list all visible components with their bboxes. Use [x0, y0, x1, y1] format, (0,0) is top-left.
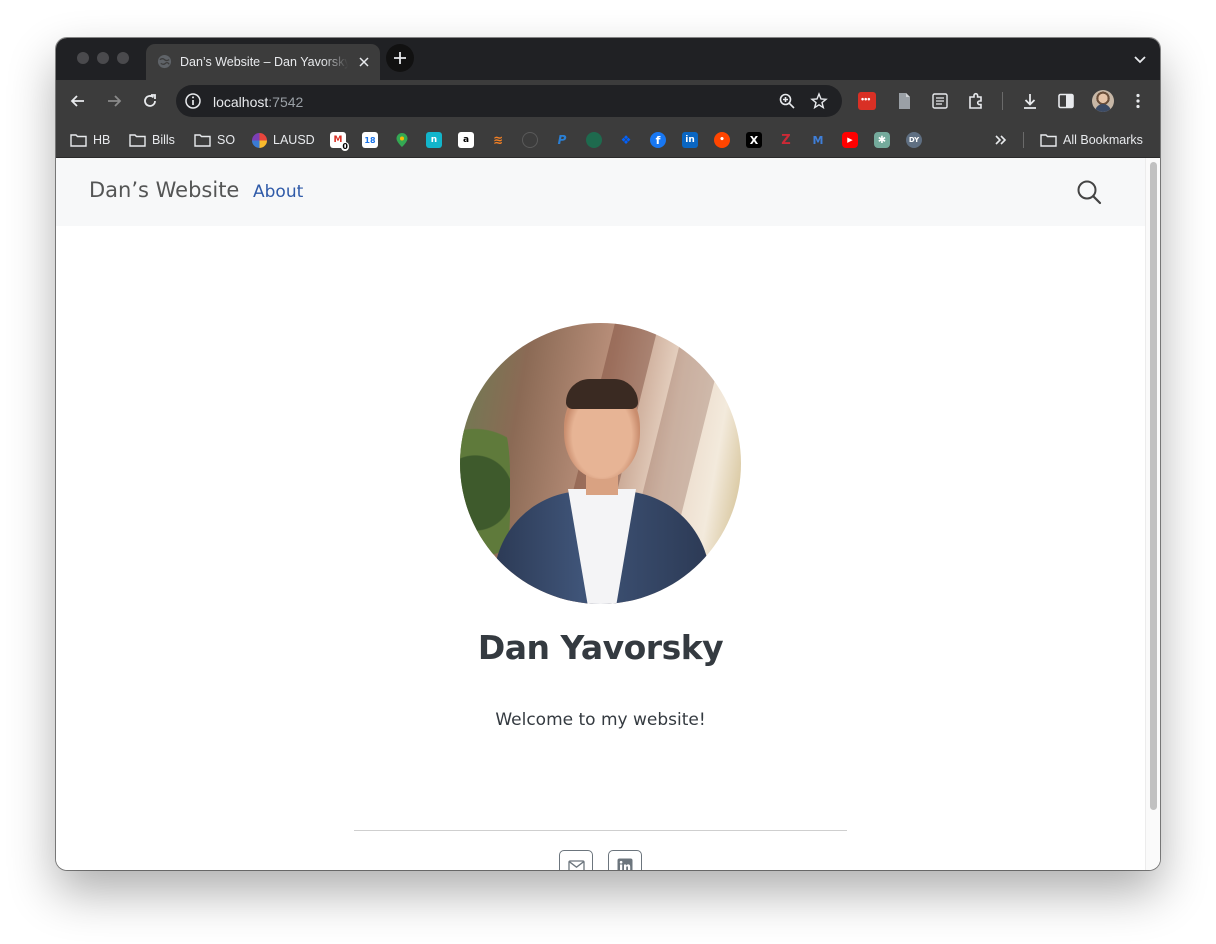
linkedin-icon [617, 858, 633, 870]
lausd-icon [252, 132, 267, 148]
site-navbar: Dan’s Website About [56, 158, 1145, 226]
site-info-icon[interactable] [184, 92, 202, 110]
document-icon[interactable] [894, 91, 914, 111]
search-icon[interactable] [1076, 179, 1102, 205]
folder-icon [1040, 134, 1057, 147]
bookmark-star-icon[interactable] [810, 92, 828, 110]
page-viewport: Dan’s Website About Dan Yavorsky Welcome… [56, 158, 1160, 870]
bookmark-folder-label: SO [217, 133, 236, 147]
tab-active[interactable]: Dan’s Website – Dan Yavorsky [146, 44, 380, 80]
dy-icon[interactable]: DY [906, 132, 922, 148]
reader-mode-icon[interactable] [930, 91, 950, 111]
bookmark-folder-bills[interactable]: Bills [129, 131, 175, 149]
side-panel-icon[interactable] [1056, 91, 1076, 111]
calendar-icon[interactable]: 18 [362, 132, 378, 148]
page-title: Dan Yavorsky [477, 628, 724, 667]
toolbar: localhost:7542 ••• [56, 80, 1160, 122]
linkedin-button[interactable] [608, 850, 642, 870]
address-bar[interactable]: localhost:7542 [176, 85, 842, 117]
all-bookmarks-button[interactable]: All Bookmarks [1040, 131, 1143, 149]
chevron-down-icon[interactable] [1132, 51, 1148, 67]
plus-icon [394, 52, 406, 64]
chatgpt-icon[interactable]: ✱ [874, 132, 890, 148]
facebook-icon[interactable]: f [650, 132, 666, 148]
back-arrow-icon[interactable] [68, 91, 88, 111]
maps-icon[interactable] [394, 132, 410, 148]
reddit-icon[interactable]: • [714, 132, 730, 148]
browser-window: Dan’s Website – Dan Yavorsky localhost:7… [56, 38, 1160, 870]
x-icon[interactable]: X [746, 132, 762, 148]
nav-link-about[interactable]: About [253, 182, 303, 202]
starbucks-icon[interactable] [586, 132, 602, 148]
zoom-window-button[interactable] [117, 52, 129, 64]
bookmark-folder-label: HB [93, 133, 111, 147]
new-tab-button[interactable] [386, 44, 414, 72]
bookmark-lausd-label: LAUSD [273, 133, 315, 147]
all-bookmarks-label: All Bookmarks [1063, 133, 1143, 147]
maps-pin-icon [396, 133, 408, 147]
gmail-icon[interactable]: M0 [330, 132, 349, 151]
site-brand-link[interactable]: Dan’s Website [89, 178, 239, 202]
zoom-icon[interactable] [778, 92, 796, 110]
profile-photo [460, 323, 741, 604]
calendar-day: 18 [364, 135, 376, 145]
globe-icon [157, 54, 172, 69]
email-icon [567, 859, 585, 870]
minimize-window-button[interactable] [97, 52, 109, 64]
lastpass-icon[interactable]: ••• [858, 92, 876, 110]
dropbox-icon[interactable]: ❖ [618, 132, 634, 148]
tab-title: Dan’s Website – Dan Yavorsky [180, 55, 348, 69]
close-tab-icon[interactable] [356, 54, 372, 70]
notion-icon[interactable]: n [426, 132, 442, 148]
url-host: localhost [213, 94, 269, 110]
gmail-badge: 0 [341, 142, 349, 151]
email-button[interactable] [559, 850, 593, 870]
folder-icon [70, 134, 87, 147]
url-text: localhost:7542 [213, 94, 303, 110]
content-divider [354, 830, 847, 831]
stackoverflow-icon[interactable]: ≋ [490, 132, 506, 148]
url-port: :7542 [268, 94, 304, 110]
bookmarks-separator [1023, 132, 1024, 148]
close-window-button[interactable] [77, 52, 89, 64]
page-scrollbar[interactable] [1145, 158, 1160, 870]
linkedin-icon[interactable]: in [682, 132, 698, 148]
scrollbar-thumb[interactable] [1150, 162, 1157, 810]
reload-icon[interactable] [140, 91, 160, 111]
bookmark-folder-label: Bills [152, 133, 175, 147]
profile-avatar[interactable] [1092, 90, 1114, 112]
zotero-icon[interactable]: Z [778, 132, 794, 148]
forward-arrow-icon[interactable] [104, 91, 124, 111]
youtube-icon[interactable]: ▶ [842, 132, 858, 148]
github-icon[interactable] [522, 132, 538, 148]
toolbar-separator [1002, 92, 1003, 110]
download-icon[interactable] [1020, 91, 1040, 111]
folder-icon [194, 134, 211, 147]
bookmark-folder-hb[interactable]: HB [70, 131, 110, 149]
bookmark-folder-so[interactable]: SO [194, 131, 235, 149]
welcome-text: Welcome to my website! [495, 710, 706, 730]
kebab-menu-icon[interactable] [1128, 91, 1148, 111]
photo-person-hair [566, 379, 638, 409]
mendeley-icon[interactable]: M [810, 132, 826, 148]
paypal-icon[interactable]: P [554, 132, 570, 148]
double-chevron-right-icon[interactable] [992, 131, 1010, 149]
bookmarks-bar: HB Bills SO LAUSD M0 18 n a ≋ P ❖ f in •… [56, 122, 1160, 158]
dy-label: DY [908, 136, 920, 144]
amazon-icon[interactable]: a [458, 132, 474, 148]
tab-strip: Dan’s Website – Dan Yavorsky [56, 38, 1160, 80]
bookmark-lausd[interactable]: LAUSD [252, 131, 315, 149]
folder-icon [129, 134, 146, 147]
extensions-puzzle-icon[interactable] [966, 91, 986, 111]
